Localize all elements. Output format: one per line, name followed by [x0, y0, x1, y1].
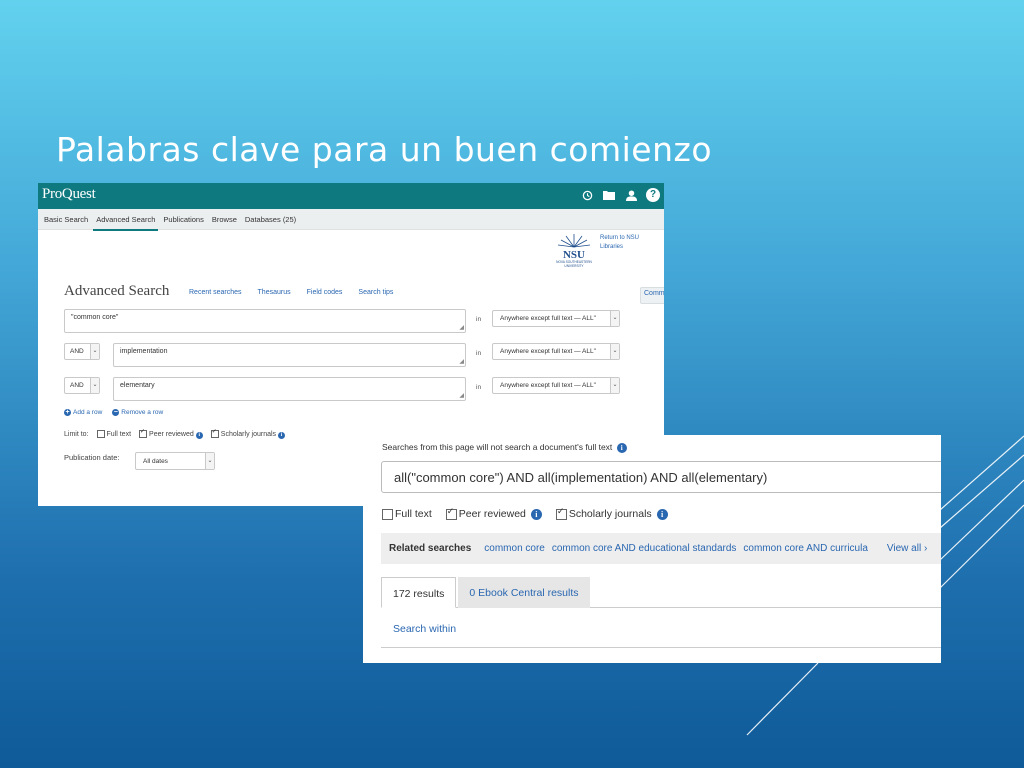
tab-publications[interactable]: Publications: [160, 209, 206, 229]
history-icon[interactable]: [580, 188, 594, 202]
info-icon[interactable]: i: [616, 443, 627, 453]
search-within-link[interactable]: Search within: [393, 623, 456, 635]
divider: [381, 647, 941, 648]
slide-title: Palabras clave para un buen comienzo: [56, 130, 713, 169]
tab-browse[interactable]: Browse: [209, 209, 240, 229]
results-panel: Searches from this page will not search …: [363, 435, 941, 663]
add-row-button[interactable]: + Add a row: [64, 409, 102, 416]
chevron-down-icon: ⌄: [90, 378, 99, 393]
command-line-link[interactable]: Command Line: [640, 287, 664, 304]
in-label: in: [476, 384, 482, 391]
folder-icon[interactable]: [602, 188, 616, 202]
advanced-search-title: Advanced Search: [64, 283, 170, 299]
info-icon[interactable]: i: [195, 431, 203, 439]
remove-row-button[interactable]: − Remove a row: [112, 409, 163, 416]
related-search-link[interactable]: common core AND educational standards: [552, 543, 737, 554]
results-tabs: 172 results 0 Ebook Central results: [381, 577, 941, 608]
user-icon[interactable]: [624, 188, 638, 202]
info-icon[interactable]: i: [656, 509, 668, 520]
chevron-down-icon: ⌄: [205, 453, 214, 469]
related-search-link[interactable]: common core AND curricula: [743, 543, 867, 554]
field-select[interactable]: Anywhere except full text — ALL" ⌄: [492, 377, 620, 394]
checkbox-checked-icon: [210, 428, 219, 438]
view-all-link[interactable]: View all ›: [887, 543, 927, 554]
recent-searches-link[interactable]: Recent searches: [186, 287, 245, 298]
proquest-header: ProQuest ?: [38, 183, 664, 209]
search-term-input[interactable]: elementary ◢: [113, 377, 466, 401]
limit-to-label: Limit to:: [64, 430, 89, 438]
checkbox-checked-icon: [555, 506, 567, 520]
search-row: "common core" ◢ in Anywhere except full t…: [38, 309, 664, 335]
proquest-logo[interactable]: ProQuest: [42, 186, 96, 203]
scholarly-journals-checkbox[interactable]: Scholarly journalsi: [210, 428, 286, 439]
scholarly-journals-checkbox[interactable]: Scholarly journals i: [555, 506, 668, 520]
chevron-down-icon: ⌄: [610, 344, 619, 359]
tab-databases[interactable]: Databases (25): [242, 209, 299, 229]
checkbox-checked-icon: [445, 506, 457, 520]
info-icon[interactable]: i: [278, 431, 286, 439]
field-select[interactable]: Anywhere except full text — ALL" ⌄: [492, 343, 620, 360]
tab-advanced-search[interactable]: Advanced Search: [93, 209, 159, 231]
search-tips-link[interactable]: Search tips: [355, 287, 396, 298]
field-select[interactable]: Anywhere except full text — ALL" ⌄: [492, 310, 620, 327]
return-to-nsu-link[interactable]: Return to NSU Libraries: [600, 234, 650, 252]
search-term-input[interactable]: implementation ◢: [113, 343, 466, 367]
chevron-down-icon: ⌄: [610, 378, 619, 393]
checkbox-icon: [96, 430, 105, 439]
svg-text:UNIVERSITY: UNIVERSITY: [564, 264, 584, 268]
chevron-down-icon: ⌄: [610, 311, 619, 326]
checkbox-checked-icon: [139, 428, 148, 438]
publication-date-label: Publication date:: [64, 453, 120, 462]
checkbox-icon: [382, 508, 393, 520]
tab-ebook-central-results[interactable]: 0 Ebook Central results: [458, 577, 590, 608]
related-searches-bar: Related searches common core common core…: [381, 533, 941, 564]
publication-date-select[interactable]: All dates ⌄: [135, 452, 215, 470]
field-codes-link[interactable]: Field codes: [304, 287, 346, 298]
full-text-warning: Searches from this page will not search …: [382, 442, 627, 453]
chevron-down-icon: ⌄: [90, 344, 99, 359]
plus-icon: +: [64, 409, 71, 416]
in-label: in: [476, 316, 482, 323]
tab-results[interactable]: 172 results: [381, 577, 457, 608]
query-input[interactable]: all("common core") AND all(implementatio…: [381, 461, 941, 493]
peer-reviewed-checkbox[interactable]: Peer reviewedi: [139, 428, 203, 439]
tab-basic-search[interactable]: Basic Search: [41, 209, 91, 229]
related-searches-label: Related searches: [389, 543, 472, 554]
related-search-link[interactable]: common core: [484, 543, 545, 554]
boolean-operator-select[interactable]: AND ⌄: [64, 343, 100, 360]
full-text-checkbox[interactable]: Full text: [96, 430, 131, 439]
info-icon[interactable]: i: [530, 509, 542, 520]
search-term-input[interactable]: "common core" ◢: [64, 309, 466, 333]
search-row: AND ⌄ implementation ◢ in Anywhere except …: [38, 343, 664, 369]
boolean-operator-select[interactable]: AND ⌄: [64, 377, 100, 394]
in-label: in: [476, 350, 482, 357]
full-text-checkbox[interactable]: Full text: [382, 508, 432, 520]
search-row: AND ⌄ elementary ◢ in Anywhere except full…: [38, 377, 664, 403]
minus-icon: −: [112, 409, 120, 416]
peer-reviewed-checkbox[interactable]: Peer reviewed i: [445, 506, 542, 520]
nav-tabs: Basic Search Advanced Search Publication…: [38, 209, 664, 231]
thesaurus-link[interactable]: Thesaurus: [255, 287, 294, 298]
nsu-logo[interactable]: NSU NOVA SOUTHEASTERN UNIVERSITY: [546, 233, 602, 269]
help-icon[interactable]: ?: [646, 188, 660, 202]
